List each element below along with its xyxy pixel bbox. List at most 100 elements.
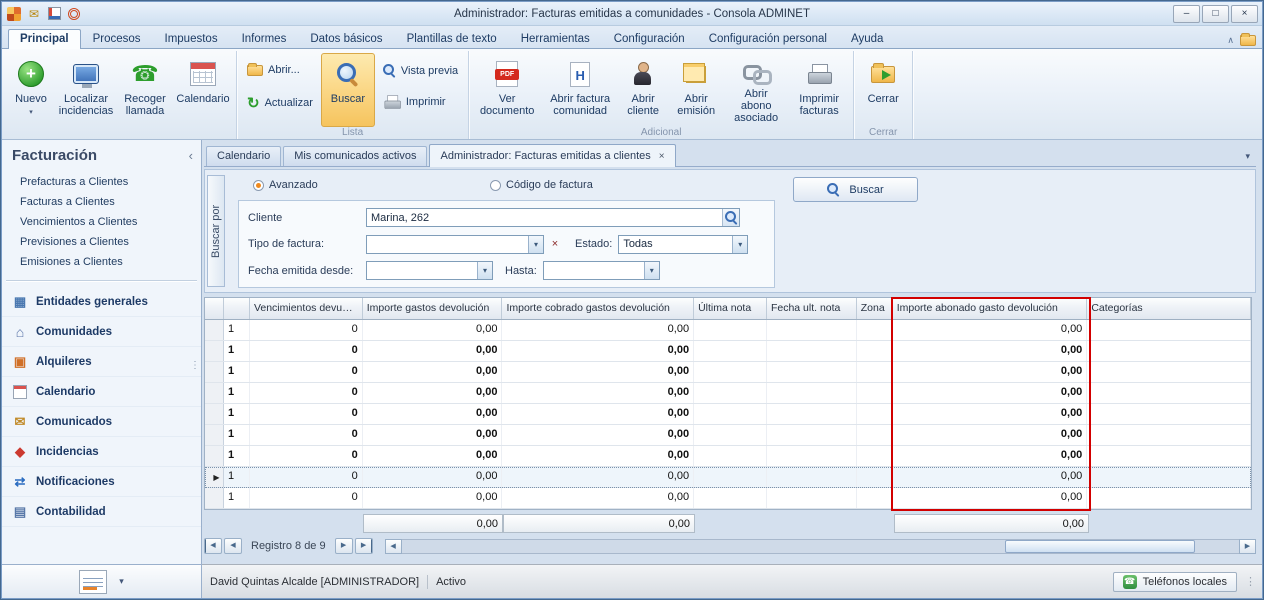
abrir-abono-asociado-button[interactable]: Abrir abono asociado: [725, 53, 787, 127]
column-header-8[interactable]: Importe abonado gasto devolución: [893, 298, 1088, 319]
tab-informes[interactable]: Informes: [230, 29, 299, 48]
recoger-llamada-button[interactable]: ☎ Recoger llamada: [118, 53, 172, 127]
doc-tab-calendario[interactable]: Calendario: [206, 146, 281, 166]
next-record-button[interactable]: ▶: [335, 538, 353, 554]
sidebar-link-previsiones-clientes[interactable]: Previsiones a Clientes: [2, 232, 201, 252]
resize-grip[interactable]: ⋮: [1245, 575, 1256, 588]
fecha-desde-select[interactable]: ▾: [366, 261, 493, 280]
sidebar-item-comunidades[interactable]: ⌂ Comunidades: [2, 317, 201, 347]
summary-cell-3: 0,00: [363, 514, 503, 533]
actualizar-button[interactable]: ↻ Actualizar: [241, 91, 319, 115]
grid-row-5[interactable]: 100,000,000,00: [205, 404, 1251, 425]
tab-procesos[interactable]: Procesos: [81, 29, 153, 48]
hasta-select[interactable]: ▾: [543, 261, 660, 280]
tipo-factura-select[interactable]: ▾: [366, 235, 544, 254]
close-tab-icon[interactable]: ×: [659, 147, 665, 166]
scrollbar-track[interactable]: [402, 539, 1239, 554]
sidebar-item-notificaciones[interactable]: ⇄ Notificaciones: [2, 467, 201, 497]
sidebar-link-vencimientos-clientes[interactable]: Vencimientos a Clientes: [2, 212, 201, 232]
sidebar-link-facturas-clientes[interactable]: Facturas a Clientes: [2, 192, 201, 212]
tab-herramientas[interactable]: Herramientas: [509, 29, 602, 48]
abrir-button[interactable]: Abrir...: [241, 61, 319, 79]
grid-row-1[interactable]: 100,000,000,00: [205, 320, 1251, 341]
nuevo-button[interactable]: Nuevo ▾: [8, 53, 54, 127]
abrir-cliente-button[interactable]: Abrir cliente: [619, 53, 667, 127]
column-header-5[interactable]: Última nota: [694, 298, 767, 319]
collapse-ribbon-icon[interactable]: ∧: [1227, 35, 1234, 46]
sidebar-item-incidencias[interactable]: ◆ Incidencias: [2, 437, 201, 467]
sidebar-item-alquileres[interactable]: ▣ Alquileres: [2, 347, 201, 377]
column-header-4[interactable]: Importe cobrado gastos devolución: [502, 298, 694, 319]
sidebar-item-calendario[interactable]: Calendario: [2, 377, 201, 407]
mail-icon[interactable]: ✉: [26, 6, 42, 22]
clear-filter-icon[interactable]: ×: [547, 238, 563, 250]
first-record-button[interactable]: ◀: [204, 538, 222, 554]
collapse-sidebar-icon[interactable]: ‹: [189, 148, 193, 163]
doc-tab-mis-comunicados-activos[interactable]: Mis comunicados activos: [283, 146, 427, 166]
abrir-factura-comunidad-button[interactable]: Abrir factura comunidad: [543, 53, 617, 127]
sidebar-item-comunicados[interactable]: ✉ Comunicados: [2, 407, 201, 437]
grid-row-4[interactable]: 100,000,000,00: [205, 383, 1251, 404]
chevron-down-icon[interactable]: ▾: [732, 236, 747, 253]
telefonos-locales-button[interactable]: ☎ Teléfonos locales: [1113, 572, 1237, 592]
ver-documento-button[interactable]: Ver documento: [473, 53, 541, 127]
calendario-button[interactable]: Calendario: [174, 53, 232, 127]
splitter-grip[interactable]: ⋮: [190, 360, 200, 371]
column-header-3[interactable]: Importe gastos devolución: [363, 298, 503, 319]
radio-codigo-de-factura[interactable]: Código de factura: [490, 179, 593, 191]
column-header-6[interactable]: Fecha ult. nota: [767, 298, 857, 319]
abrir-emision-button[interactable]: Abrir emisión: [669, 53, 723, 127]
quick-folder-icon[interactable]: [1240, 35, 1256, 46]
radio-avanzado[interactable]: Avanzado: [253, 179, 318, 191]
tab-principal[interactable]: Principal: [8, 29, 81, 49]
buscar-ribbon-button[interactable]: Buscar: [321, 53, 375, 127]
buscar-button[interactable]: Buscar: [793, 177, 918, 202]
chevron-down-icon[interactable]: ▾: [644, 262, 659, 279]
close-button[interactable]: ×: [1231, 5, 1258, 23]
vista-previa-button[interactable]: Vista previa: [377, 61, 464, 80]
buscar-por-tab[interactable]: Buscar por: [207, 175, 225, 287]
sidebar-item-contabilidad[interactable]: ▤ Contabilidad: [2, 497, 201, 527]
imprimir-facturas-button[interactable]: Imprimir facturas: [789, 53, 849, 127]
tab-configuracion-personal[interactable]: Configuración personal: [697, 29, 839, 48]
tab-plantillas-texto[interactable]: Plantillas de texto: [395, 29, 509, 48]
localizar-incidencias-button[interactable]: Localizar incidencias: [56, 53, 116, 127]
cerrar-button[interactable]: Cerrar: [858, 53, 908, 127]
chevron-down-icon[interactable]: ▾: [119, 576, 124, 587]
minimize-button[interactable]: –: [1173, 5, 1200, 23]
tab-configuracion[interactable]: Configuración: [602, 29, 697, 48]
sidebar-link-emisiones-clientes[interactable]: Emisiones a Clientes: [2, 252, 201, 272]
notes-icon[interactable]: [79, 570, 107, 594]
grid-row-2[interactable]: 100,000,000,00: [205, 341, 1251, 362]
tab-impuestos[interactable]: Impuestos: [153, 29, 230, 48]
grid-row-3[interactable]: 100,000,000,00: [205, 362, 1251, 383]
estado-select[interactable]: Todas ▾: [618, 235, 748, 254]
horizontal-scrollbar[interactable]: ◀ ▶: [385, 539, 1256, 554]
grid-row-7[interactable]: 100,000,000,00: [205, 446, 1251, 467]
chevron-down-icon[interactable]: ▾: [528, 236, 543, 253]
sidebar-link-prefacturas-clientes[interactable]: Prefacturas a Clientes: [2, 172, 201, 192]
cliente-input[interactable]: [366, 208, 740, 227]
column-header-2[interactable]: Vencimientos devueltos: [250, 298, 363, 319]
tab-list-chevron-icon[interactable]: ▾: [1245, 151, 1256, 166]
previous-record-button[interactable]: ◀: [224, 538, 242, 554]
row-indicator-header[interactable]: [205, 298, 224, 319]
restore-button[interactable]: □: [1202, 5, 1229, 23]
column-header-9[interactable]: Categorías: [1087, 298, 1251, 319]
doc-tab-facturas-emitidas-clientes[interactable]: Administrador: Facturas emitidas a clien…: [429, 144, 675, 167]
scrollbar-thumb[interactable]: [1005, 540, 1195, 553]
grid-row-8[interactable]: ▶100,000,000,00: [205, 467, 1251, 488]
last-record-button[interactable]: ▶: [355, 538, 373, 554]
imprimir-button[interactable]: Imprimir: [377, 92, 464, 112]
grid-row-9[interactable]: 100,000,000,00: [205, 488, 1251, 509]
scroll-left-icon[interactable]: ◀: [385, 539, 402, 554]
lookup-button[interactable]: [722, 209, 739, 226]
row-id-header[interactable]: [224, 298, 250, 319]
tab-datos-basicos[interactable]: Datos básicos: [298, 29, 394, 48]
grid-row-6[interactable]: 100,000,000,00: [205, 425, 1251, 446]
column-header-7[interactable]: Zona: [857, 298, 893, 319]
tab-ayuda[interactable]: Ayuda: [839, 29, 895, 48]
sidebar-item-entidades-generales[interactable]: ▦ Entidades generales: [2, 287, 201, 317]
scroll-right-icon[interactable]: ▶: [1239, 539, 1256, 554]
chevron-down-icon[interactable]: ▾: [477, 262, 492, 279]
